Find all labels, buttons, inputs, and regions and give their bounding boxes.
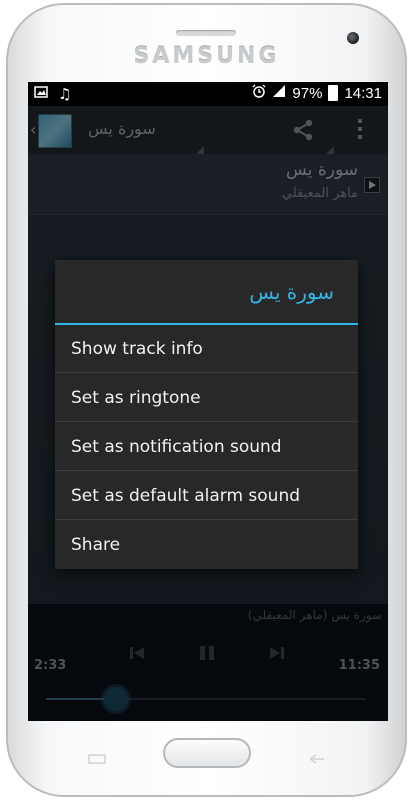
dialog-title: سورة يس bbox=[249, 280, 334, 304]
battery-percent: 97% bbox=[292, 84, 323, 102]
home-button[interactable] bbox=[163, 738, 251, 768]
clock: 14:31 bbox=[344, 84, 382, 102]
signal-icon bbox=[272, 84, 286, 102]
menu-item-set-as-notification-sound[interactable]: Set as notification sound bbox=[55, 423, 358, 471]
menu-item-set-as-default-alarm-sound[interactable]: Set as default alarm sound bbox=[55, 472, 358, 520]
menu-item-show-track-info[interactable]: Show track info bbox=[55, 325, 358, 373]
menu-item-share[interactable]: Share bbox=[55, 521, 358, 569]
battery-icon bbox=[328, 85, 339, 101]
gallery-icon bbox=[34, 85, 48, 103]
alarm-icon bbox=[252, 84, 266, 102]
back-icon[interactable] bbox=[308, 749, 326, 764]
earpiece-speaker bbox=[176, 30, 236, 36]
front-camera bbox=[347, 32, 359, 44]
brand-logo: SAMSUNG bbox=[133, 44, 280, 69]
status-bar: ♫ 97% 14:31 bbox=[28, 82, 388, 106]
music-note-icon: ♫ bbox=[58, 85, 72, 103]
recent-apps-icon[interactable] bbox=[88, 749, 106, 764]
menu-item-set-as-ringtone[interactable]: Set as ringtone bbox=[55, 374, 358, 422]
track-options-dialog: سورة يس Show track info Set as ringtone … bbox=[55, 260, 358, 569]
